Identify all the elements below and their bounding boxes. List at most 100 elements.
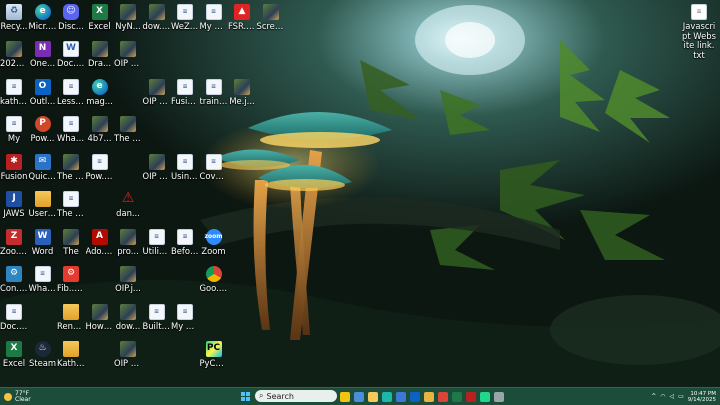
desktop-icon-excel1[interactable]: X Excel (86, 2, 114, 32)
desktop-icon-myknow1[interactable]: ≡ My kno... (200, 2, 228, 32)
taskbar-store-icon[interactable] (396, 391, 406, 402)
desktop-icon-dow2[interactable]: dow... (114, 302, 142, 332)
desktop-icon-rena[interactable]: Rena... Train... (57, 302, 85, 332)
taskbar-file-explorer-icon[interactable] (368, 391, 378, 402)
desktop-icon-javascript-website-link[interactable]: ≡ Javascript Website link.txt (682, 2, 716, 60)
file-icon: ≡ (205, 4, 222, 20)
desktop-icon-mejpg[interactable]: Me.j... (228, 77, 256, 107)
desktop-icon-kath2[interactable]: Kath... Train... (57, 339, 85, 369)
desktop-icon-whati2[interactable]: ≡ What I want... (29, 264, 57, 294)
desktop-icon-discord[interactable]: ☺ Disc... (57, 2, 85, 32)
wifi-icon[interactable]: ◠ (660, 393, 665, 400)
desktop-icon-whati1[interactable]: ≡ What I... (57, 114, 85, 144)
taskbar-settings-icon[interactable] (494, 391, 504, 402)
desktop-icon-steam[interactable]: ♨ Steam (29, 339, 57, 369)
desktop-icon-recycle[interactable]: ♻ Recy... (0, 2, 28, 32)
desktop-icon-label: Steam (28, 359, 57, 368)
desktop-icon-outlook1[interactable]: O Outl... (29, 77, 57, 107)
desktop-icon-pow1[interactable]: P Pow... (29, 114, 57, 144)
desktop-icon-dan[interactable]: ⚠ dan... (114, 189, 142, 219)
taskbar-chrome-icon[interactable] (438, 391, 448, 402)
desktop-icon-wez[interactable]: ≡ WeZ... and ... (171, 2, 199, 32)
desktop-icon-pycharm[interactable]: PC PyCh... 2025... (200, 339, 228, 369)
desktop-icon-zotero[interactable]: Z Zoo... 7 (0, 227, 28, 257)
desktop-icon-word[interactable]: W Word (29, 227, 57, 257)
desktop-icon-traini[interactable]: ≡ traini... note ... (200, 77, 228, 107)
taskbar-edge-icon[interactable] (382, 391, 392, 402)
clock[interactable]: 10:47 PM 9/14/2025 (688, 391, 716, 403)
desktop-icon-label: Built in zo... (142, 322, 171, 331)
desktop-icon-mag[interactable]: e mag... (86, 77, 114, 107)
desktop-icon-cove[interactable]: ≡ Cove... Kath... (200, 152, 228, 182)
desktop-icon-oip1[interactable]: OIP (1).jpg (114, 39, 142, 69)
file-icon: ≡ (205, 79, 222, 95)
desktop-icon-quick[interactable]: ✉ Quick Assist (29, 152, 57, 182)
desktop-icon-label: Utiliz... Assi... (142, 247, 171, 256)
desktop-icon-b4b7[interactable]: 4b7... (86, 114, 114, 144)
desktop-icon-oip3[interactable]: OIP (3).jpg (143, 77, 171, 107)
taskbar-pycharm-icon[interactable] (480, 391, 490, 402)
taskbar-search-box[interactable]: ⌕ Search (255, 390, 337, 402)
weather-widget[interactable]: 77°F Clear (4, 388, 31, 405)
desktop-icon-nyn[interactable]: NyN... (114, 2, 142, 32)
desktop-icon-pro[interactable]: pro... (114, 227, 142, 257)
taskbar-search-highlight-icon[interactable] (340, 391, 350, 402)
desktop-icon-theda[interactable]: The Dan... (114, 114, 142, 144)
desktop-icon-edge[interactable]: e Micr... Edge (29, 2, 57, 32)
desktop-icon-oipj[interactable]: OIP.j... (114, 264, 142, 294)
desktop-icon-fib[interactable]: ⚙ Fib... XL (57, 264, 85, 294)
desktop-icon-using[interactable]: ≡ Using Wor... (171, 152, 199, 182)
desktop-icon-onenote[interactable]: N One... (29, 39, 57, 69)
desktop-icon-scre[interactable]: Scre... 202... (257, 2, 285, 32)
desktop-icon-kath1[interactable]: ≡ kath... nr... (0, 77, 28, 107)
taskbar-excel-icon[interactable] (452, 391, 462, 402)
desktop-icon-my[interactable]: ≡ My (0, 114, 28, 144)
excel-icon: X (91, 4, 108, 20)
desktop-icon-fsr[interactable]: ▲ FSR... 3.0 (228, 2, 256, 32)
start-button[interactable] (238, 388, 252, 405)
desktop-icon-doc2[interactable]: ≡ Doc... 1 (0, 302, 28, 332)
clock-date: 9/14/2025 (687, 396, 716, 403)
desktop-icon-the3[interactable]: ≡ The L... (57, 189, 85, 219)
desktop-icon-utiliz[interactable]: ≡ Utiliz... Assi... (143, 227, 171, 257)
desktop-icon-excel2[interactable]: X Excel (0, 339, 28, 369)
folder-icon (34, 191, 51, 207)
desktop-icon-label: Con... Panel (0, 284, 28, 293)
desktop-icon-zoom[interactable]: zoom Zoom (200, 227, 228, 257)
img-icon (63, 229, 79, 245)
volume-icon[interactable]: ◁ (670, 393, 675, 400)
taskbar-fusion-icon[interactable] (466, 391, 476, 402)
chrome-icon (205, 266, 222, 282)
desktop-icon-label: Users S... (28, 209, 57, 218)
show-hidden-icons-chevron-icon[interactable]: ^ (651, 393, 656, 400)
desktop-icon-control[interactable]: ⚙ Con... Panel (0, 264, 28, 294)
taskbar-outlook-icon[interactable] (410, 391, 420, 402)
desktop-icon-img2025a[interactable]: 2025... (0, 39, 28, 69)
desktop-icon-howto[interactable]: How to pl... (86, 302, 114, 332)
desktop-icon-label: FSR... 3.0 (228, 22, 256, 31)
desktop-icon-the4[interactable]: The (57, 227, 85, 257)
desktop-icon-myknow2[interactable]: ≡ My kno... (171, 302, 199, 332)
desktop-icon-dow1[interactable]: dow... (1).jpg (143, 2, 171, 32)
taskbar-folder-icon[interactable] (424, 391, 434, 402)
desktop-icon-fusiontrain[interactable]: ≡ Fusion and ... (171, 77, 199, 107)
desktop-icon-doc1[interactable]: W Doc... R... (57, 39, 85, 69)
desktop-icon-dra[interactable]: Dra... (86, 39, 114, 69)
desktop-icon-the2[interactable]: The J... (57, 152, 85, 182)
desktop-icon-pow2[interactable]: ≡ Pow... Pres... (86, 152, 114, 182)
desktop-icon-chrome[interactable]: Goo... Chro... (200, 264, 228, 294)
desktop-icon-builtin[interactable]: ≡ Built in zo... (143, 302, 171, 332)
img-icon (63, 154, 79, 170)
desktop-icon-oip4[interactable]: OIP (4).jpg (143, 152, 171, 182)
desktop-icon-jaws[interactable]: J JAWS (0, 189, 28, 219)
desktop-icon-acro[interactable]: A Ado... Acro... (86, 227, 114, 257)
desktop-icon-label: One... (29, 59, 56, 68)
desktop-icon-less[interactable]: ≡ Less... 2... (57, 77, 85, 107)
taskbar-task-view-icon[interactable] (354, 391, 364, 402)
desktop-icon-users[interactable]: Users S... (29, 189, 57, 219)
desktop-icon-fusion[interactable]: ✱ Fusion (0, 152, 28, 182)
desktop-icon-before[interactable]: ≡ Before Outl... (171, 227, 199, 257)
recycle-icon: ♻ (6, 4, 22, 20)
desktop-icon-oip2[interactable]: OIP (2).jpg (114, 339, 142, 369)
battery-icon[interactable]: ▭ (678, 393, 684, 400)
